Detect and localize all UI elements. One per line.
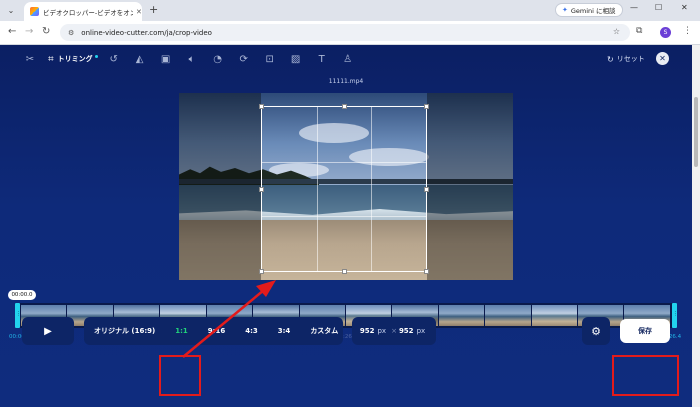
trim-handle-end[interactable]: ⋮ [672,303,678,328]
stabilize-icon[interactable]: ⊡ [262,51,278,67]
reset-button[interactable]: ↻ リセット [607,54,645,64]
video-filename: 11111.mp4 [328,78,364,85]
crop-handle-bottom-right[interactable] [424,269,429,274]
crop-mask-right [427,93,513,280]
tab-close-icon[interactable]: ✕ [136,8,142,16]
save-button[interactable]: 保存 [620,319,670,343]
annotation-box-save [612,355,679,396]
site-favicon-icon [30,7,39,16]
gemini-sparkle-icon: ✦ [562,6,568,14]
trim-handle-start[interactable]: ⋮ [15,303,21,328]
reset-label: リセット [616,55,645,63]
crop-frame[interactable] [259,104,429,274]
text-icon[interactable]: T [314,51,330,67]
crop-handle-left[interactable] [259,187,264,192]
thumbnail [531,305,579,326]
maximize-button[interactable]: ☐ [655,3,662,12]
browser-tab[interactable]: ビデオクロッパー-ビデオをオンラインで ✕ [24,2,142,21]
page-scrollbar[interactable] [692,45,700,407]
ratio-original[interactable]: オリジナル (16:9) [94,326,155,336]
scrollbar-thumb[interactable] [694,97,698,167]
crop-handle-bottom[interactable] [342,269,347,274]
tab-search-icon[interactable]: ⌄ [4,3,18,17]
close-editor-button[interactable]: ✕ [656,52,669,65]
height-value[interactable]: 952 [399,327,414,335]
ratio-4-3[interactable]: 4:3 [245,327,258,335]
ratio-9-16[interactable]: 9:16 [208,327,225,335]
active-dot [94,54,98,58]
grid-line [262,216,426,218]
play-button[interactable]: ▶ [22,317,74,345]
extensions-icon[interactable]: ⧉ [636,26,642,36]
aspect-ratio-group: オリジナル (16:9) 1:1 9:16 4:3 3:4 カスタム [84,317,343,345]
loop-icon[interactable]: ⟳ [236,51,252,67]
height-unit: px [416,327,426,335]
gemini-label: Gemini に相談 [570,7,616,15]
crop-handle-top[interactable] [342,104,347,109]
reset-icon: ↻ [607,54,614,64]
watermark-icon[interactable]: ♙ [340,51,356,67]
crop-handle-top-right[interactable] [424,104,429,109]
width-unit: px [377,327,387,335]
crop-tool-button[interactable]: ⌗ トリミング [48,51,98,67]
grid-line [262,161,426,163]
grid-line [371,107,373,271]
gemini-button[interactable]: ✦ Gemini に相談 [555,3,623,17]
gear-icon: ⚙ [591,324,601,338]
forward-icon[interactable]: → [25,26,33,37]
play-icon: ▶ [44,325,52,337]
flip-icon[interactable]: ◭ [132,51,148,67]
grid-line [316,107,318,271]
times-sign: × [391,327,397,335]
volume-icon[interactable]: 🔈︎ [184,51,200,67]
crop-mask-left [179,93,261,280]
crop-icon: ⌗ [48,53,54,65]
address-bar[interactable]: ⚙ online-video-cutter.com/ja/crop-video … [60,24,630,41]
playhead-time: 00:00.0 [8,290,36,300]
site-info-icon[interactable]: ⚙ [68,29,74,37]
minimize-button[interactable]: — [630,3,638,12]
video-editor: ✂ ⌗ トリミング ↺ ◭ ▣ 🔈︎ ◔ ⟳ ⊡ ▨ T ♙ ↻ リセット ✕ … [0,45,692,407]
crop-handle-bottom-left[interactable] [259,269,264,274]
width-value[interactable]: 952 [360,327,375,335]
address-row: ← → ↻ ⚙ online-video-cutter.com/ja/crop-… [0,21,700,45]
editor-toolbar: ✂ ⌗ トリミング ↺ ◭ ▣ 🔈︎ ◔ ⟳ ⊡ ▨ T ♙ [22,51,366,67]
crop-handle-top-left[interactable] [259,104,264,109]
window-close-button[interactable]: ✕ [681,3,688,12]
ratio-custom[interactable]: カスタム [310,326,338,336]
speed-icon[interactable]: ◔ [210,51,226,67]
url-text: online-video-cutter.com/ja/crop-video [81,28,212,37]
crop-handle-right[interactable] [424,187,429,192]
ratio-3-4[interactable]: 3:4 [278,327,291,335]
crop-tool-label: トリミング [57,55,93,63]
resize-icon[interactable]: ▣ [158,51,174,67]
annotation-box-ratio [159,355,201,396]
dimensions-box: 952 px × 952 px [352,317,436,345]
image-icon[interactable]: ▨ [288,51,304,67]
new-tab-button[interactable]: + [149,3,158,16]
thumbnail [438,305,486,326]
tab-strip: ⌄ ビデオクロッパー-ビデオをオンラインで ✕ + ✦ Gemini に相談 —… [0,0,700,21]
tab-title: ビデオクロッパー-ビデオをオンラインで [43,8,133,17]
reload-icon[interactable]: ↻ [42,26,50,37]
ratio-1-1[interactable]: 1:1 [175,327,188,335]
settings-button[interactable]: ⚙ [582,317,610,345]
bookmark-star-icon[interactable]: ☆ [613,27,620,36]
video-preview [179,93,513,280]
cut-scissors-icon[interactable]: ✂ [22,51,38,67]
back-icon[interactable]: ← [8,26,16,37]
thumbnail [485,305,532,326]
rotate-icon[interactable]: ↺ [106,51,122,67]
profile-avatar[interactable]: S [660,27,671,38]
menu-kebab-icon[interactable]: ⋮ [683,26,692,36]
